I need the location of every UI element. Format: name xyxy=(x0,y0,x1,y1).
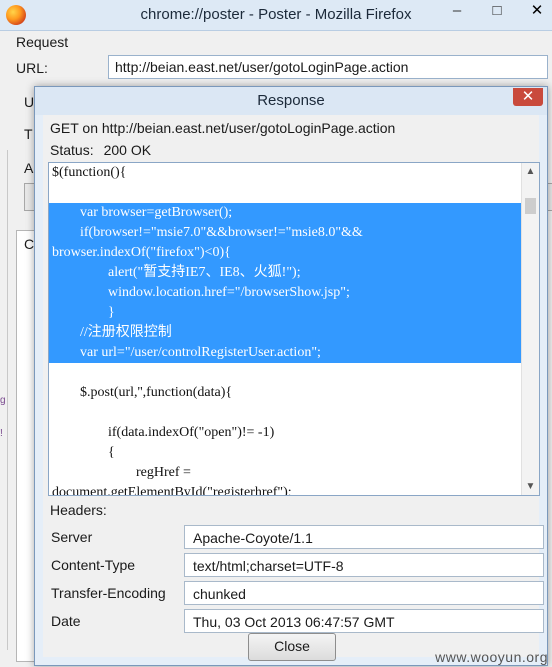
status-value: 200 OK xyxy=(103,142,152,158)
header-row: Content-Type text/html;charset=UTF-8 xyxy=(51,553,544,577)
code-line: regHref = xyxy=(52,465,191,480)
dialog-body: GET on http://beian.east.net/user/gotoLo… xyxy=(43,115,544,661)
headers-label: Headers: xyxy=(50,502,107,518)
minimize-icon[interactable]: – xyxy=(450,3,464,18)
request-section-label: Request xyxy=(16,34,69,50)
header-value-field[interactable]: Apache-Coyote/1.1 xyxy=(184,525,544,549)
dialog-close-icon[interactable]: ✕ xyxy=(513,88,543,106)
response-body[interactable]: $(function(){ var browser=getBrowser(); … xyxy=(48,162,540,496)
header-name: Server xyxy=(51,529,93,545)
header-row: Date Thu, 03 Oct 2013 06:47:57 GMT xyxy=(51,609,544,633)
vertical-scrollbar[interactable]: ▲ ▼ xyxy=(521,163,539,495)
header-value-field[interactable]: Thu, 03 Oct 2013 06:47:57 GMT xyxy=(184,609,544,633)
close-icon[interactable]: ✕ xyxy=(530,3,544,18)
main-titlebar: chrome://poster - Poster - Mozilla Firef… xyxy=(0,0,552,31)
response-code[interactable]: $(function(){ var browser=getBrowser(); … xyxy=(49,163,521,495)
header-value-field[interactable]: text/html;charset=UTF-8 xyxy=(184,553,544,577)
code-line: alert("暂支持IE7、IE8、火狐!"); xyxy=(49,263,521,283)
dialog-title: Response xyxy=(35,87,547,115)
header-value-field[interactable]: chunked xyxy=(184,581,544,605)
status-label: Status: xyxy=(50,142,94,158)
url-label: URL: xyxy=(16,60,48,76)
status-line: Status: 200 OK xyxy=(50,142,151,158)
window-edge xyxy=(7,150,8,650)
peek-label-t: T xyxy=(24,126,33,142)
peek-label-a: A xyxy=(24,160,34,176)
code-line: window.location.href="/browserShow.jsp"; xyxy=(49,283,521,303)
code-line: if(data.indexOf("open")!= -1) xyxy=(52,425,275,440)
response-dialog: Response ✕ GET on http://beian.east.net/… xyxy=(34,86,548,666)
edge-glyph: ! xyxy=(0,428,3,439)
code-line: if(browser!="msie7.0"&&browser!="msie8.0… xyxy=(49,223,521,243)
code-line: $.post(url,'',function(data){ xyxy=(52,385,233,400)
code-line: } xyxy=(49,303,521,323)
code-line: document.getElementById("registerhref"); xyxy=(52,485,292,495)
code-line: $(function(){ xyxy=(52,165,127,180)
code-line: var browser=getBrowser(); xyxy=(49,203,521,223)
header-name: Content-Type xyxy=(51,557,136,573)
code-line: //注册权限控制 xyxy=(49,323,521,343)
scroll-up-icon[interactable]: ▲ xyxy=(522,163,539,180)
request-line: GET on http://beian.east.net/user/gotoLo… xyxy=(50,120,396,136)
scroll-thumb[interactable] xyxy=(525,198,536,214)
peek-label-u: U xyxy=(24,94,35,110)
watermark: www.wooyun.org xyxy=(435,649,548,665)
code-line: { xyxy=(52,445,115,460)
header-row: Transfer-Encoding chunked xyxy=(51,581,544,605)
code-line: browser.indexOf("firefox")<0){ xyxy=(49,243,521,263)
window-controls: – □ ✕ xyxy=(450,3,544,18)
peek-label-c: C xyxy=(24,236,35,252)
maximize-icon[interactable]: □ xyxy=(490,3,504,18)
code-line: var url="/user/controlRegisterUser.actio… xyxy=(49,343,521,363)
scroll-down-icon[interactable]: ▼ xyxy=(522,478,539,495)
header-name: Transfer-Encoding xyxy=(51,585,166,601)
edge-glyph: g xyxy=(0,395,6,406)
header-row: Server Apache-Coyote/1.1 xyxy=(51,525,544,549)
url-input[interactable]: http://beian.east.net/user/gotoLoginPage… xyxy=(108,55,548,79)
header-name: Date xyxy=(51,613,81,629)
close-button[interactable]: Close xyxy=(248,633,336,661)
